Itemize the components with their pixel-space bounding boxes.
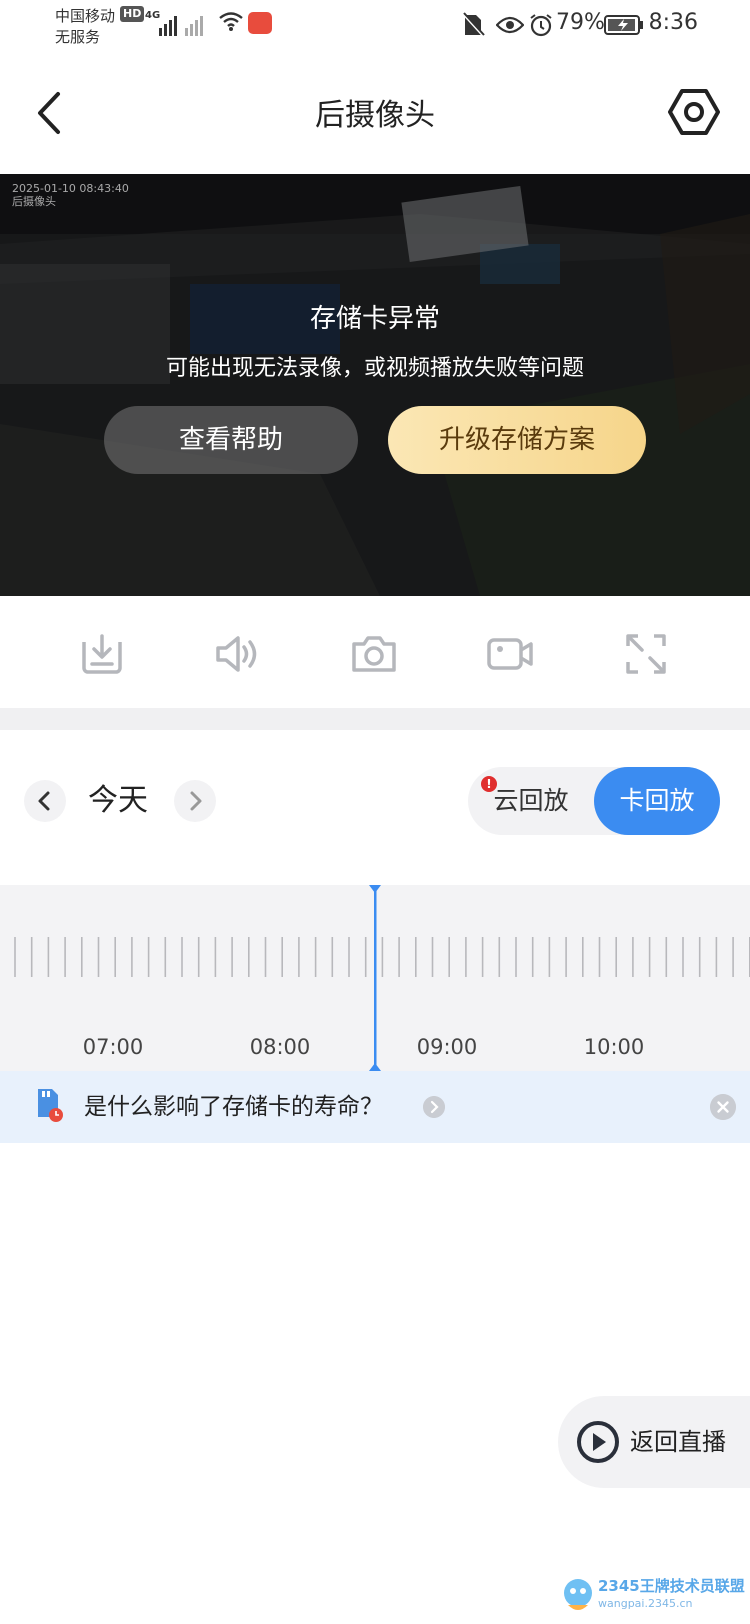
alert-badge: ! (481, 776, 497, 792)
timeline-label: 08:00 (249, 1035, 311, 1059)
eye-icon (496, 16, 524, 34)
watermark-url: wangpai.2345.cn (598, 1597, 693, 1610)
watermark-text: 2345王牌技术员联盟 (598, 1577, 745, 1595)
close-icon[interactable] (710, 1094, 736, 1120)
chevron-left-icon (38, 791, 50, 811)
clock: 8:36 (648, 10, 698, 35)
storage-error-title: 存储卡异常 (309, 304, 440, 334)
video-timestamp-overlay: 2025-01-10 08:43:40 后摄像头 (12, 182, 129, 208)
osd-datetime: 2025-01-10 08:43:40 (12, 182, 129, 195)
video-player[interactable]: 2025-01-10 08:43:40 后摄像头 存储卡异常 可能出现无法录像，… (0, 174, 750, 596)
next-day-button[interactable] (174, 780, 216, 822)
upgrade-storage-button[interactable]: 升级存储方案 (388, 406, 646, 474)
no-sim-icon (462, 12, 485, 37)
camera-feed-image (0, 174, 750, 596)
osd-camera-name: 后摄像头 (12, 195, 56, 208)
page-title: 后摄像头 (315, 98, 435, 133)
chevron-right-icon (423, 1096, 445, 1118)
player-toolbar (0, 596, 750, 708)
prev-day-button[interactable] (24, 780, 66, 822)
network-type: 4G (145, 10, 161, 21)
fullscreen-icon[interactable] (622, 630, 670, 678)
play-circle-icon (577, 1421, 619, 1463)
storage-tip-banner[interactable]: 是什么影响了存储卡的寿命？ (0, 1071, 750, 1143)
battery-percent: 79% (556, 10, 605, 35)
hd-badge: HD (120, 6, 145, 22)
storage-error-subtitle: 可能出现无法录像，或视频播放失败等问题 (165, 356, 584, 381)
sd-card-clock-icon (38, 1089, 63, 1122)
timeline-cursor[interactable] (368, 885, 382, 1071)
chevron-right-icon (190, 791, 202, 811)
wifi-icon (219, 12, 243, 31)
card-playback-tab[interactable]: 卡回放 (594, 767, 720, 835)
playback-source-toggle: 云回放 ! 卡回放 (468, 767, 720, 835)
mascot-logo-icon (564, 1579, 592, 1610)
playback-timeline[interactable]: 07:00 08:00 09:00 10:00 (0, 885, 750, 1071)
status-bar: 中国移动 HD 无服务 4G 79% 8:36 (0, 0, 750, 56)
battery-charging-icon (604, 15, 643, 35)
app-header: 后摄像头 (0, 56, 750, 174)
download-icon[interactable] (78, 630, 126, 678)
watermark: 2345王牌技术员联盟 wangpai.2345.cn (562, 1573, 746, 1619)
back-to-live-label: 返回直播 (630, 1428, 726, 1456)
back-to-live-button[interactable]: 返回直播 (558, 1396, 750, 1488)
current-date-label: 今天 (88, 783, 148, 818)
settings-button[interactable] (668, 86, 720, 138)
date-navigation: 今天 云回放 ! 卡回放 (0, 730, 750, 885)
timeline-label: 09:00 (416, 1035, 478, 1059)
timeline-label: 10:00 (583, 1035, 645, 1059)
video-record-icon[interactable] (486, 630, 534, 678)
carrier-name: 中国移动 (55, 7, 116, 25)
tip-text: 是什么影响了存储卡的寿命？ (84, 1094, 383, 1120)
view-help-button[interactable]: 查看帮助 (104, 406, 358, 474)
section-divider (0, 708, 750, 730)
hexagon-gear-icon (668, 89, 720, 135)
app-notification-icon (248, 12, 272, 34)
service-status: 无服务 (55, 28, 101, 46)
camera-icon[interactable] (350, 630, 398, 678)
alarm-icon (530, 14, 552, 37)
timeline-label: 07:00 (82, 1035, 144, 1059)
speaker-icon[interactable] (212, 630, 260, 678)
